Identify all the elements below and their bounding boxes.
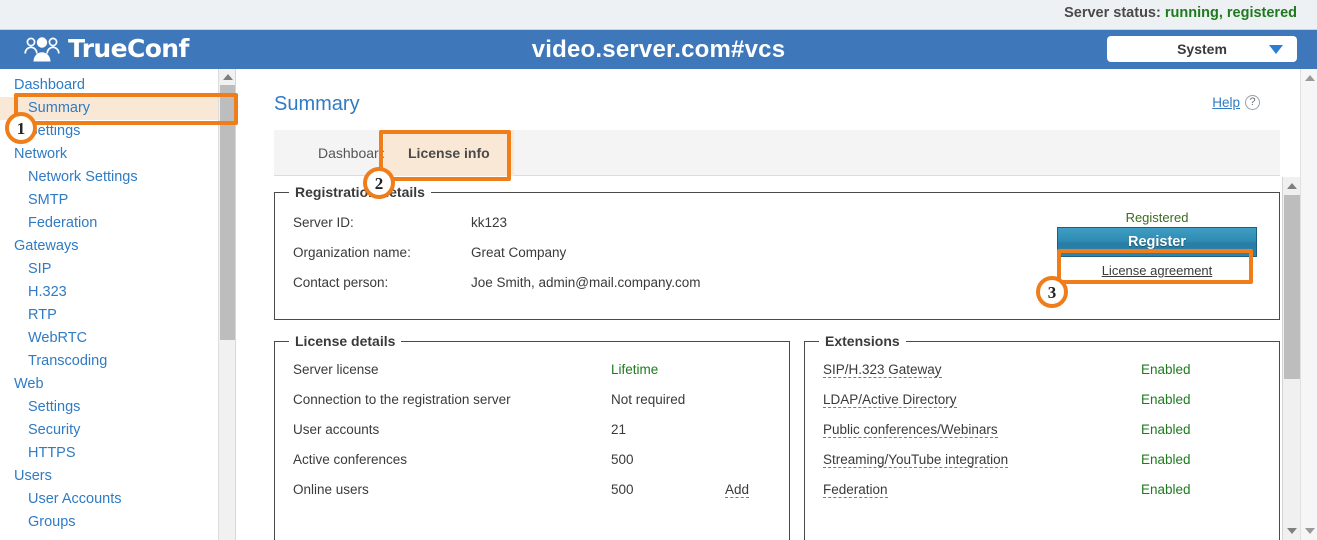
- sidebar-item-groups[interactable]: Groups: [0, 511, 235, 534]
- server-status-label: Server status:: [1064, 5, 1161, 21]
- tab-bar: Dashboard License info: [274, 130, 1280, 176]
- annotation-marker-3: 3: [1036, 276, 1068, 308]
- scope-select[interactable]: System: [1107, 36, 1297, 62]
- register-button[interactable]: Register: [1057, 227, 1257, 257]
- sidebar-item-network[interactable]: Network: [0, 143, 235, 166]
- scroll-down-icon[interactable]: [1287, 528, 1297, 534]
- sidebar-item-settings[interactable]: Settings: [0, 396, 235, 419]
- sidebar-item-transcoding[interactable]: Transcoding: [0, 350, 235, 373]
- license-agreement-link[interactable]: License agreement: [1057, 263, 1257, 278]
- help-control[interactable]: Help ?: [1212, 95, 1260, 110]
- status-badge: Enabled: [1141, 482, 1191, 497]
- sidebar-item-user-accounts[interactable]: User Accounts: [0, 488, 235, 511]
- sidebar-item-rtp[interactable]: RTP: [0, 304, 235, 327]
- row-value: kk123: [471, 215, 508, 230]
- server-status-text: Server status: running, registered: [1064, 5, 1297, 21]
- sidebar: Dashboard Summary Settings Network Network S…: [0, 69, 236, 540]
- sidebar-item-users[interactable]: Users: [0, 465, 235, 488]
- tab-license-info[interactable]: License info: [384, 130, 514, 176]
- truconf-admin-window: Server status: running, registered TrueC…: [0, 0, 1317, 540]
- row-value: Lifetime: [611, 362, 659, 377]
- sidebar-item-security[interactable]: Security: [0, 419, 235, 442]
- main-content: Summary Help ? Dashboard License info Re…: [237, 69, 1300, 540]
- sidebar-item-h-323[interactable]: H.323: [0, 281, 235, 304]
- registration-details-panel: Registration details Server ID: kk123 Or…: [274, 184, 1280, 320]
- row-value: Not required: [611, 392, 686, 407]
- extension-link[interactable]: SIP/H.323 Gateway: [823, 362, 942, 378]
- row-value: 500: [611, 482, 634, 497]
- row-label: Connection to the registration server: [293, 392, 511, 407]
- row-label: Online users: [293, 482, 369, 497]
- registration-details-legend: Registration details: [289, 184, 431, 200]
- sidebar-item-summary[interactable]: Summary: [0, 97, 235, 120]
- sidebar-scrollbar-thumb[interactable]: [220, 85, 235, 340]
- window-scrollbar[interactable]: [1300, 69, 1317, 540]
- extension-link[interactable]: Public conferences/Webinars: [823, 422, 998, 438]
- app-header: TrueConf video.server.com#vcs System: [0, 30, 1317, 69]
- row-label: Contact person:: [293, 275, 389, 290]
- scroll-down-icon[interactable]: [1305, 528, 1315, 534]
- status-badge: Enabled: [1141, 422, 1191, 437]
- chevron-down-icon: [1269, 45, 1283, 54]
- scroll-up-icon[interactable]: [1287, 183, 1297, 189]
- question-mark-icon[interactable]: ?: [1245, 95, 1260, 110]
- scroll-up-icon[interactable]: [1305, 75, 1315, 81]
- annotation-marker-2: 2: [363, 167, 395, 199]
- row-value: 21: [611, 422, 627, 437]
- extensions-legend: Extensions: [819, 333, 906, 349]
- sidebar-scrollbar[interactable]: [218, 69, 235, 540]
- sidebar-item-sip[interactable]: SIP: [0, 258, 235, 281]
- license-details-panel: License details Server license Lifetime …: [274, 333, 790, 540]
- row-label: Server license: [293, 362, 379, 377]
- page-title: Summary: [274, 93, 360, 115]
- extension-link[interactable]: Federation: [823, 482, 888, 498]
- sidebar-item-network-settings[interactable]: Network Settings: [0, 166, 235, 189]
- row-value: Joe Smith, admin@mail.company.com: [471, 275, 701, 290]
- status-badge: Enabled: [1141, 452, 1191, 467]
- status-badge: Enabled: [1141, 362, 1191, 377]
- sidebar-item-dashboard[interactable]: Dashboard: [0, 74, 235, 97]
- row-label: User accounts: [293, 422, 380, 437]
- server-status-value: running, registered: [1164, 5, 1297, 21]
- scope-select-value: System: [1177, 41, 1227, 57]
- row-value: Great Company: [471, 245, 567, 260]
- add-online-users-link[interactable]: Add: [725, 482, 750, 498]
- content-scrollbar-thumb[interactable]: [1284, 195, 1300, 379]
- server-status-bar: Server status: running, registered: [0, 0, 1317, 30]
- status-badge: Enabled: [1141, 392, 1191, 407]
- sidebar-item-smtp[interactable]: SMTP: [0, 189, 235, 212]
- row-label: Server ID:: [293, 215, 354, 230]
- sidebar-item-https[interactable]: HTTPS: [0, 442, 235, 465]
- content-scrollbar[interactable]: [1282, 177, 1300, 540]
- row-label: Organization name:: [293, 245, 411, 260]
- sidebar-item-gateways[interactable]: Gateways: [0, 235, 235, 258]
- license-details-legend: License details: [289, 333, 402, 349]
- sidebar-nav: Dashboard Summary Settings Network Network S…: [0, 74, 235, 534]
- row-label: Active conferences: [293, 452, 408, 467]
- scroll-up-icon[interactable]: [223, 74, 233, 80]
- row-value: 500: [611, 452, 634, 467]
- extension-link[interactable]: Streaming/YouTube integration: [823, 452, 1009, 468]
- sidebar-item-federation[interactable]: Federation: [0, 212, 235, 235]
- annotation-marker-1: 1: [5, 112, 37, 144]
- sidebar-item-web[interactable]: Web: [0, 373, 235, 396]
- help-link[interactable]: Help: [1212, 95, 1240, 110]
- sidebar-item-webrtc[interactable]: WebRTC: [0, 327, 235, 350]
- registration-status: Registered: [1125, 210, 1189, 225]
- extensions-panel: Extensions SIP/H.323 Gateway Enabled LDA…: [804, 333, 1280, 540]
- extension-link[interactable]: LDAP/Active Directory: [823, 392, 957, 408]
